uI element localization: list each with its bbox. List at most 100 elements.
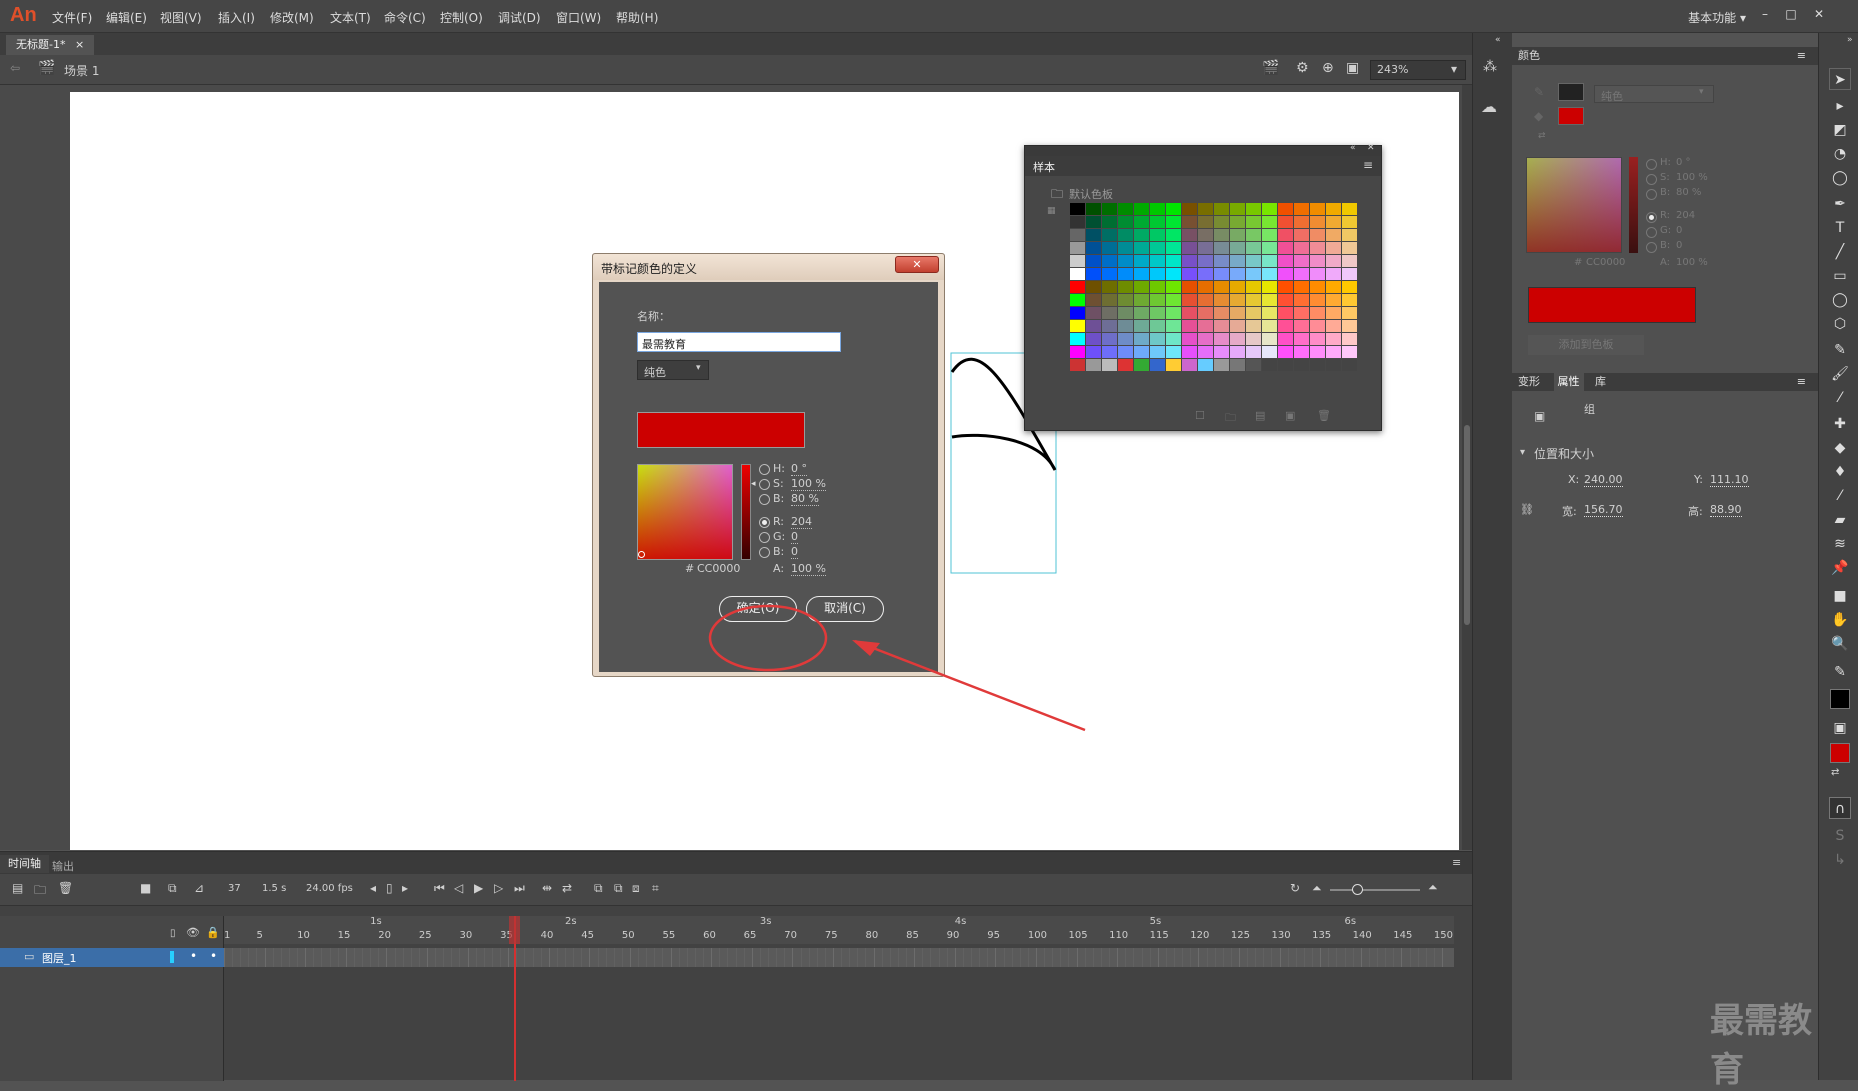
color-swatch[interactable] bbox=[1262, 307, 1277, 319]
name-input[interactable]: 最需教育 bbox=[637, 332, 841, 352]
frame-cell[interactable] bbox=[1060, 948, 1062, 967]
color-swatch[interactable] bbox=[1278, 255, 1293, 267]
color-swatch[interactable] bbox=[1278, 268, 1293, 280]
bone-tool-icon[interactable]: ✚ bbox=[1829, 413, 1851, 435]
color-swatch[interactable] bbox=[1230, 281, 1245, 293]
color-swatch[interactable] bbox=[1198, 281, 1213, 293]
color-swatch[interactable] bbox=[1294, 216, 1309, 228]
frame-cell[interactable] bbox=[678, 948, 680, 967]
frame-cell[interactable] bbox=[1109, 948, 1111, 967]
color-swatch[interactable] bbox=[1150, 216, 1165, 228]
g-value[interactable]: 0 bbox=[791, 530, 798, 544]
refresh-icon[interactable]: ↻ bbox=[1290, 881, 1300, 895]
color-swatch[interactable] bbox=[1166, 333, 1181, 345]
color-swatch[interactable] bbox=[1070, 346, 1085, 358]
frame-cell[interactable] bbox=[573, 948, 575, 967]
frame-rate[interactable]: 24.00 fps bbox=[306, 883, 353, 894]
color-swatch[interactable] bbox=[1102, 268, 1117, 280]
alpha-value[interactable]: 100 % bbox=[791, 562, 826, 576]
color-swatch[interactable] bbox=[1262, 359, 1277, 371]
frame-cell[interactable] bbox=[240, 948, 242, 967]
panel-menu-icon[interactable]: ≡ bbox=[1797, 47, 1806, 65]
frame-ruler[interactable]: 1 5 10 15 20 25 30 35 40 45 50 55 60 65 70 75 80 85 90 95 10… bbox=[224, 916, 1454, 944]
color-swatch[interactable] bbox=[1342, 216, 1357, 228]
hex-value[interactable]: CC0000 bbox=[1586, 257, 1625, 268]
frame-cell[interactable] bbox=[703, 948, 705, 967]
color-swatch[interactable] bbox=[1326, 203, 1341, 215]
radio-red[interactable] bbox=[759, 517, 770, 528]
new-swatch-icon[interactable]: ☐ bbox=[1195, 409, 1205, 422]
tab-properties[interactable]: 属性 bbox=[1553, 373, 1584, 391]
color-swatch[interactable] bbox=[1294, 281, 1309, 293]
color-swatch[interactable] bbox=[1166, 294, 1181, 306]
color-swatch[interactable] bbox=[1230, 229, 1245, 241]
r-value[interactable]: 204 bbox=[1676, 210, 1695, 221]
frame-cell[interactable] bbox=[540, 948, 542, 967]
menu-insert[interactable]: 插入(I) bbox=[218, 9, 255, 26]
color-swatch[interactable] bbox=[1246, 346, 1261, 358]
color-swatch[interactable] bbox=[1262, 242, 1277, 254]
color-swatch[interactable] bbox=[1198, 203, 1213, 215]
frame-cell[interactable] bbox=[662, 948, 664, 967]
cancel-button[interactable]: 取消(C) bbox=[806, 596, 884, 622]
frame-cell[interactable] bbox=[1125, 948, 1127, 967]
color-swatch[interactable] bbox=[1230, 203, 1245, 215]
frame-cell[interactable] bbox=[1157, 948, 1159, 967]
color-swatch[interactable] bbox=[1086, 346, 1101, 358]
color-swatch[interactable] bbox=[1070, 307, 1085, 319]
frame-cell[interactable] bbox=[1174, 948, 1176, 967]
color-swatch[interactable] bbox=[1326, 268, 1341, 280]
color-swatch[interactable] bbox=[1262, 346, 1277, 358]
zoom-tool-icon[interactable]: 🔍 bbox=[1829, 633, 1851, 655]
frame-cell[interactable] bbox=[654, 948, 656, 967]
frame-cell[interactable] bbox=[987, 948, 989, 967]
color-swatch[interactable] bbox=[1118, 307, 1133, 319]
cc-libraries-icon[interactable]: ☁ bbox=[1481, 97, 1497, 116]
swap-colors-icon[interactable]: ⇄ bbox=[1538, 131, 1546, 141]
frame-cell[interactable] bbox=[857, 948, 859, 967]
tab-output[interactable]: 输出 bbox=[52, 858, 74, 874]
radio-hue[interactable] bbox=[1646, 159, 1657, 170]
color-swatch[interactable] bbox=[1166, 281, 1181, 293]
color-swatch[interactable] bbox=[1102, 242, 1117, 254]
frame-cell[interactable] bbox=[443, 948, 445, 967]
color-swatch[interactable] bbox=[1246, 242, 1261, 254]
color-swatch[interactable] bbox=[1294, 294, 1309, 306]
color-swatch[interactable] bbox=[1214, 333, 1229, 345]
color-swatch[interactable] bbox=[1342, 359, 1357, 371]
frame-cell[interactable] bbox=[1255, 948, 1257, 967]
frame-cell[interactable] bbox=[613, 948, 615, 967]
frame-cell[interactable] bbox=[1052, 948, 1054, 967]
color-swatch[interactable] bbox=[1246, 333, 1261, 345]
color-swatch[interactable] bbox=[1198, 216, 1213, 228]
color-swatch[interactable] bbox=[1118, 203, 1133, 215]
frame-cell[interactable] bbox=[1303, 948, 1305, 967]
edit-symbol-icon[interactable]: ⚙ bbox=[1296, 60, 1309, 76]
radio-hue[interactable] bbox=[759, 464, 770, 475]
hue-slider[interactable]: ◂ bbox=[741, 464, 756, 560]
fill-color-icon[interactable]: ▣ bbox=[1829, 717, 1851, 739]
color-swatch[interactable] bbox=[1278, 203, 1293, 215]
radio-blue[interactable] bbox=[1646, 242, 1657, 253]
frame-cell[interactable] bbox=[280, 948, 282, 967]
frame-cell[interactable] bbox=[1206, 948, 1208, 967]
color-swatch[interactable] bbox=[1166, 268, 1181, 280]
close-icon[interactable]: ✕ bbox=[1367, 143, 1375, 153]
frame-cell[interactable] bbox=[297, 948, 299, 967]
frame-cell[interactable] bbox=[589, 948, 591, 967]
frame-cell[interactable] bbox=[605, 948, 607, 967]
color-swatch[interactable] bbox=[1166, 320, 1181, 332]
frame-cell[interactable] bbox=[1377, 948, 1379, 967]
color-swatch[interactable] bbox=[1102, 229, 1117, 241]
color-swatch[interactable] bbox=[1102, 203, 1117, 215]
color-swatch[interactable] bbox=[1342, 307, 1357, 319]
color-swatch[interactable] bbox=[1134, 281, 1149, 293]
fill-bucket-icon[interactable]: ◆ bbox=[1534, 109, 1543, 123]
frame-cell[interactable] bbox=[451, 948, 453, 967]
eye-icon[interactable]: 👁 bbox=[186, 926, 200, 939]
color-swatch[interactable] bbox=[1262, 294, 1277, 306]
frame-cell[interactable] bbox=[776, 948, 778, 967]
color-swatch[interactable] bbox=[1262, 333, 1277, 345]
color-swatch[interactable] bbox=[1102, 320, 1117, 332]
color-swatch[interactable] bbox=[1070, 203, 1085, 215]
